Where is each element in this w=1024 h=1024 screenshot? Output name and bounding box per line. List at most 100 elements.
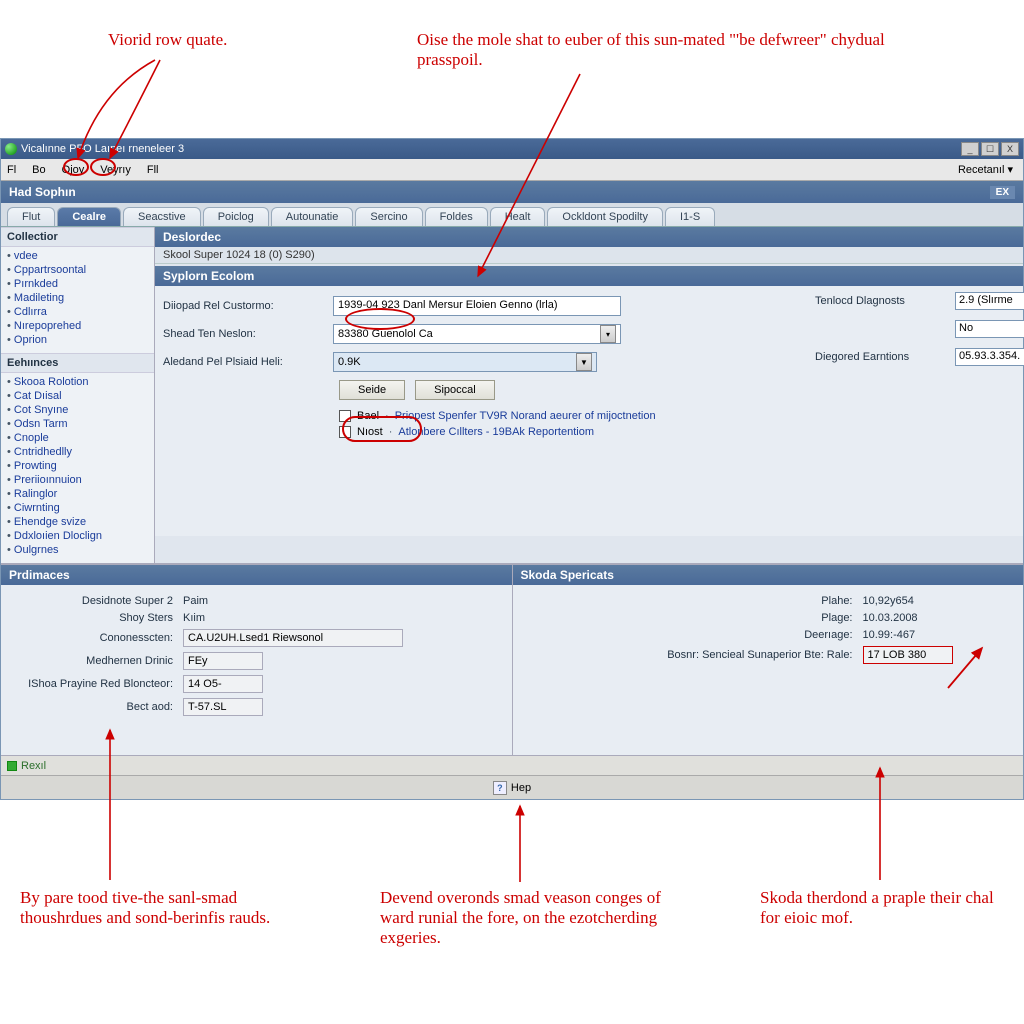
bottom-left-panel: Prdimaces Desidnote Super 2Paim Shoy Ste…	[1, 565, 512, 755]
input-dlagnosts[interactable]: 2.9 (Slırme	[955, 292, 1024, 310]
kv-value-input[interactable]: 14 O5-	[183, 675, 263, 693]
tab-healt[interactable]: Healt	[490, 207, 546, 226]
sidebar-item[interactable]: Pırnkded	[7, 277, 154, 291]
kv-value-input[interactable]: FEy	[183, 652, 263, 670]
sidebar-item[interactable]: Cot Snyıne	[7, 403, 154, 417]
tab-poiclog[interactable]: Poiclog	[203, 207, 269, 226]
sipoccal-button[interactable]: Sipoccal	[415, 380, 495, 400]
sidebar-item[interactable]: Oulgrnes	[7, 543, 154, 557]
kv-label: IShoa Prayine Red Bloncteor:	[13, 678, 183, 690]
tab-sercino[interactable]: Sercino	[355, 207, 422, 226]
globe-icon	[5, 143, 17, 155]
bottom-panels: Prdimaces Desidnote Super 2Paim Shoy Ste…	[1, 563, 1023, 755]
label-heli: Aledand Pel Plsiaid Heli:	[163, 356, 333, 368]
bottom-right-panel: Skoda Spericats Plahe:10,92y654 Plage:10…	[512, 565, 1024, 755]
seide-button[interactable]: Seide	[339, 380, 405, 400]
panel-header-deslordec: Deslordec	[155, 227, 1023, 247]
sidebar-item[interactable]: Ciwrnting	[7, 501, 154, 515]
sidebar-item[interactable]: Odsn Tarm	[7, 417, 154, 431]
form-area: Diiopad Rel Custormo: 1939-04 923 Danl M…	[155, 286, 1023, 536]
sidebar-item[interactable]: Ralinglor	[7, 487, 154, 501]
tab-cealre[interactable]: Cealre	[57, 207, 121, 226]
dropdown-arrow-icon[interactable]: ▾	[600, 325, 616, 343]
app-header-title: Had Sophın	[9, 185, 76, 199]
sidebar-item[interactable]: Cppartrsoontal	[7, 263, 154, 277]
help-label[interactable]: Hep	[511, 782, 531, 794]
sidebar-links-collector: vdee Cppartrsoontal Pırnkded Madileting …	[1, 247, 154, 353]
kv-label: Plahe:	[663, 595, 863, 607]
arrow-bottom-mid	[500, 800, 580, 890]
kv-label: Shoy Sters	[13, 612, 183, 624]
dropdown-heli[interactable]: 0.9K ▼	[333, 352, 597, 372]
kv-label: Cononesscten:	[13, 632, 183, 644]
kv-value-highlighted[interactable]: 17 LOB 380	[863, 646, 953, 664]
sidebar-item[interactable]: Oprion	[7, 333, 154, 347]
tab-seacstive[interactable]: Seacstive	[123, 207, 201, 226]
sidebar-section-eehinces: Eehıınces	[1, 353, 154, 373]
annotation-top-right: Oise the mole shat to euber of this sun-…	[417, 30, 897, 70]
annotation-bottom-right: Skoda therdond a praple their chal for e…	[760, 888, 1000, 928]
kv-value: 10.03.2008	[863, 612, 918, 624]
help-icon[interactable]: ?	[493, 781, 507, 795]
dropdown-arrow-icon[interactable]: ▼	[576, 353, 592, 371]
kv-label: Desidnote Super 2	[13, 595, 183, 607]
kv-value: Kıim	[183, 612, 205, 624]
label-neslon: Shead Ten Neslon:	[163, 328, 333, 340]
status-text: Rexıl	[21, 760, 46, 772]
tab-foldes[interactable]: Foldes	[425, 207, 488, 226]
bottom-left-header: Prdimaces	[1, 565, 512, 585]
menu-item[interactable]: Bo	[32, 164, 45, 176]
tab-flut[interactable]: Flut	[7, 207, 55, 226]
sidebar-item[interactable]: vdee	[7, 249, 154, 263]
footer-bar: ? Hep	[1, 775, 1023, 799]
app-header-ex[interactable]: EX	[990, 186, 1015, 199]
sidebar-item[interactable]: Skooa Rolotion	[7, 375, 154, 389]
label-dlagnosts: Tenlocd Dlagnosts	[815, 295, 955, 307]
sidebar-item[interactable]: Cnople	[7, 431, 154, 445]
status-icon	[7, 761, 17, 771]
menu-item[interactable]: Ojoy	[62, 164, 85, 176]
main-column: Deslordec Skool Super 1024 18 (0) S290) …	[155, 227, 1023, 563]
annotation-bottom-mid: Devend overonds smad veason conges of wa…	[380, 888, 670, 948]
menu-item[interactable]: Fl	[7, 164, 16, 176]
sidebar-links-eehinces: Skooa Rolotion Cat Dıisal Cot Snyıne Ods…	[1, 373, 154, 563]
kv-value-input[interactable]: T-57.SL	[183, 698, 263, 716]
kv-value-input[interactable]: CA.U2UH.Lsed1 Riewsonol	[183, 629, 403, 647]
sidebar-item[interactable]: Prowting	[7, 459, 154, 473]
link-priopest[interactable]: Priopest Spenfer TV9R Norand aeurer of m…	[395, 410, 656, 422]
right-fields: Tenlocd Dlagnosts 2.9 (Slırme ⋮ ✓ No Die…	[815, 292, 1024, 376]
link-atlonbere[interactable]: Atlonbere Cıllters - 19BAk Reportentiom	[398, 426, 594, 438]
sidebar-item[interactable]: Ehendge svize	[7, 515, 154, 529]
dropdown-neslon[interactable]: 83380 Guenolol Ca ▾	[333, 324, 621, 344]
sidebar-item[interactable]: Ddxloıien Dloclign	[7, 529, 154, 543]
section-header-syplorn: Syplorn Ecolom	[155, 266, 1023, 286]
kv-label: Bect aod:	[13, 701, 183, 713]
menu-item[interactable]: Fll	[147, 164, 159, 176]
tab-ockldont[interactable]: Ockldont Spodilty	[547, 207, 663, 226]
checkbox-bael[interactable]	[339, 410, 351, 422]
sidebar-item[interactable]: Cat Dıisal	[7, 389, 154, 403]
annotation-top-left: Viorid row quate.	[108, 30, 368, 50]
input-no[interactable]: No	[955, 320, 1024, 338]
checkbox-label: Bael	[357, 410, 379, 422]
app-header: Had Sophın EX	[1, 181, 1023, 203]
tab-autounatie[interactable]: Autounatie	[271, 207, 354, 226]
sidebar-item[interactable]: Cdlırra	[7, 305, 154, 319]
tab-i1s[interactable]: I1-S	[665, 207, 715, 226]
sidebar-item[interactable]: Madileting	[7, 291, 154, 305]
checkbox-nost[interactable]	[339, 426, 351, 438]
minimize-button[interactable]: _	[961, 142, 979, 156]
menu-item[interactable]: Veyrıy	[100, 164, 131, 176]
input-earntions[interactable]: 05.93.3.354.	[955, 348, 1024, 366]
sub-header: Skool Super 1024 18 (0) S290)	[155, 247, 1023, 264]
sidebar-section-collector: Collectior	[1, 227, 154, 247]
kv-label: Bosnr: Sencieal Sunaperior Bte: Rale:	[663, 649, 863, 661]
close-button[interactable]: X	[1001, 142, 1019, 156]
sidebar-item[interactable]: Preriioınnuion	[7, 473, 154, 487]
menu-right[interactable]: Recetanıl ▾	[958, 163, 1013, 176]
maximize-button[interactable]: ☐	[981, 142, 999, 156]
dropdown-value: 83380 Guenolol Ca	[338, 328, 433, 340]
sidebar-item[interactable]: Nırepoprehed	[7, 319, 154, 333]
sidebar-item[interactable]: Cntridhedlly	[7, 445, 154, 459]
input-custormo[interactable]: 1939-04 923 Danl Mersur Eloien Genno (lr…	[333, 296, 621, 316]
